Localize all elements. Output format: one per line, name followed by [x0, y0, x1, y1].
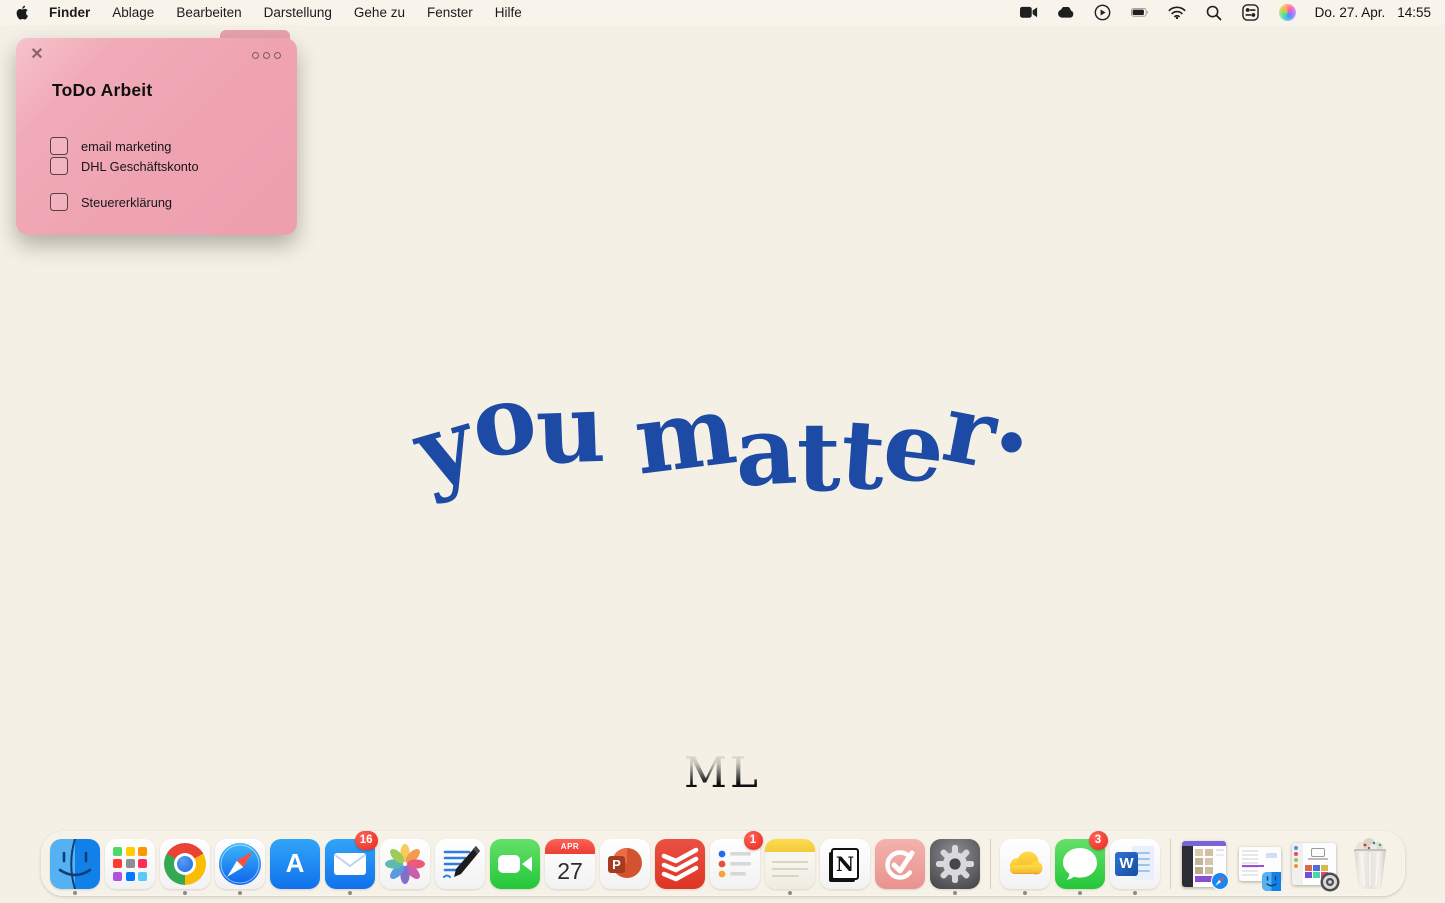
- dock-separator: [1170, 839, 1171, 889]
- time-text: 14:55: [1397, 5, 1431, 20]
- dock-powerpoint-icon[interactable]: P: [598, 831, 653, 896]
- dock-launchpad-icon[interactable]: [103, 831, 158, 896]
- svg-text:P: P: [612, 857, 621, 872]
- sticky-note[interactable]: ✕ ToDo Arbeit email marketing DHL Geschä…: [16, 38, 297, 235]
- wallpaper-message: you matter.: [0, 388, 1445, 483]
- battery-icon[interactable]: [1131, 4, 1149, 22]
- dock-reminders-icon[interactable]: 1: [708, 831, 763, 896]
- menu-item-fenster[interactable]: Fenster: [416, 5, 484, 20]
- dock-trash-icon[interactable]: [1343, 831, 1398, 896]
- menu-item-ablage[interactable]: Ablage: [101, 5, 165, 20]
- todo-label: DHL Geschäftskonto: [81, 159, 199, 174]
- dock-goodnotes-icon[interactable]: [433, 831, 488, 896]
- dock-mail-icon[interactable]: 16: [323, 831, 378, 896]
- menu-item-bearbeiten[interactable]: Bearbeiten: [165, 5, 252, 20]
- dock-safari-icon[interactable]: [213, 831, 268, 896]
- three-dots-icon[interactable]: [252, 52, 281, 59]
- siri-icon[interactable]: [1279, 4, 1296, 21]
- search-icon[interactable]: [1205, 4, 1223, 22]
- dock-word-icon[interactable]: W: [1108, 831, 1163, 896]
- dock-pink-checklist-icon[interactable]: [873, 831, 928, 896]
- messages-badge: 3: [1089, 831, 1108, 850]
- play-circle-icon[interactable]: [1094, 4, 1112, 22]
- control-center-icon[interactable]: [1242, 4, 1260, 22]
- dock-chrome-icon[interactable]: [158, 831, 213, 896]
- apple-menu-icon[interactable]: [14, 4, 29, 21]
- checkbox-steuererklaerung[interactable]: [50, 193, 68, 211]
- wifi-icon[interactable]: [1168, 4, 1186, 22]
- menu-item-gehe-zu[interactable]: Gehe zu: [343, 5, 416, 20]
- dock-minimized-safari-window[interactable]: [1178, 831, 1233, 896]
- dock-app-store-icon[interactable]: A: [268, 831, 323, 896]
- mail-badge: 16: [355, 831, 378, 850]
- menu-item-hilfe[interactable]: Hilfe: [484, 5, 533, 20]
- menu-bar-clock[interactable]: Do. 27. Apr. 14:55: [1315, 5, 1431, 20]
- checkbox-dhl-geschaeftskonto[interactable]: [50, 157, 68, 175]
- dock-minimized-settings-window[interactable]: [1288, 831, 1343, 896]
- calendar-month: APR: [545, 839, 595, 854]
- todo-item: Steuererklärung: [50, 193, 172, 211]
- menu-app-name[interactable]: Finder: [49, 5, 101, 20]
- date-text: Do. 27. Apr.: [1315, 5, 1386, 20]
- dock-system-settings-icon[interactable]: [928, 831, 983, 896]
- menu-bar-status: Do. 27. Apr. 14:55: [1020, 4, 1431, 22]
- word-glyph: W: [1115, 852, 1138, 876]
- menu-item-darstellung[interactable]: Darstellung: [253, 5, 343, 20]
- dock-minimized-finder-window[interactable]: [1233, 831, 1288, 896]
- dock-yellow-cloud-icon[interactable]: [998, 831, 1053, 896]
- dock-photos-icon[interactable]: [378, 831, 433, 896]
- cloud-icon[interactable]: [1057, 4, 1075, 22]
- app-store-glyph: A: [270, 839, 320, 889]
- dock-facetime-icon[interactable]: [488, 831, 543, 896]
- dock-todoist-icon[interactable]: [653, 831, 708, 896]
- wallpaper-monogram: ML: [0, 748, 1445, 797]
- reminders-badge: 1: [744, 831, 763, 850]
- checkbox-email-marketing[interactable]: [50, 137, 68, 155]
- dock-notion-icon[interactable]: N: [818, 831, 873, 896]
- dock-separator: [990, 839, 991, 889]
- dock-finder-icon[interactable]: [48, 831, 103, 896]
- todo-label: email marketing: [81, 139, 171, 154]
- todo-label: Steuererklärung: [81, 195, 172, 210]
- dock-messages-icon[interactable]: 3: [1053, 831, 1108, 896]
- calendar-day: 27: [545, 854, 595, 889]
- video-camera-icon[interactable]: [1020, 4, 1038, 22]
- todo-item: email marketing: [50, 137, 171, 155]
- close-icon[interactable]: ✕: [29, 47, 45, 63]
- dock-calendar-icon[interactable]: APR 27: [543, 831, 598, 896]
- menu-bar: Finder Ablage Bearbeiten Darstellung Geh…: [0, 0, 1445, 25]
- notion-glyph: N: [831, 848, 859, 880]
- note-title: ToDo Arbeit: [52, 80, 152, 101]
- todo-item: DHL Geschäftskonto: [50, 157, 199, 175]
- dock: A 16: [41, 831, 1405, 896]
- desktop: Finder Ablage Bearbeiten Darstellung Geh…: [0, 0, 1445, 903]
- dock-notes-icon[interactable]: [763, 831, 818, 896]
